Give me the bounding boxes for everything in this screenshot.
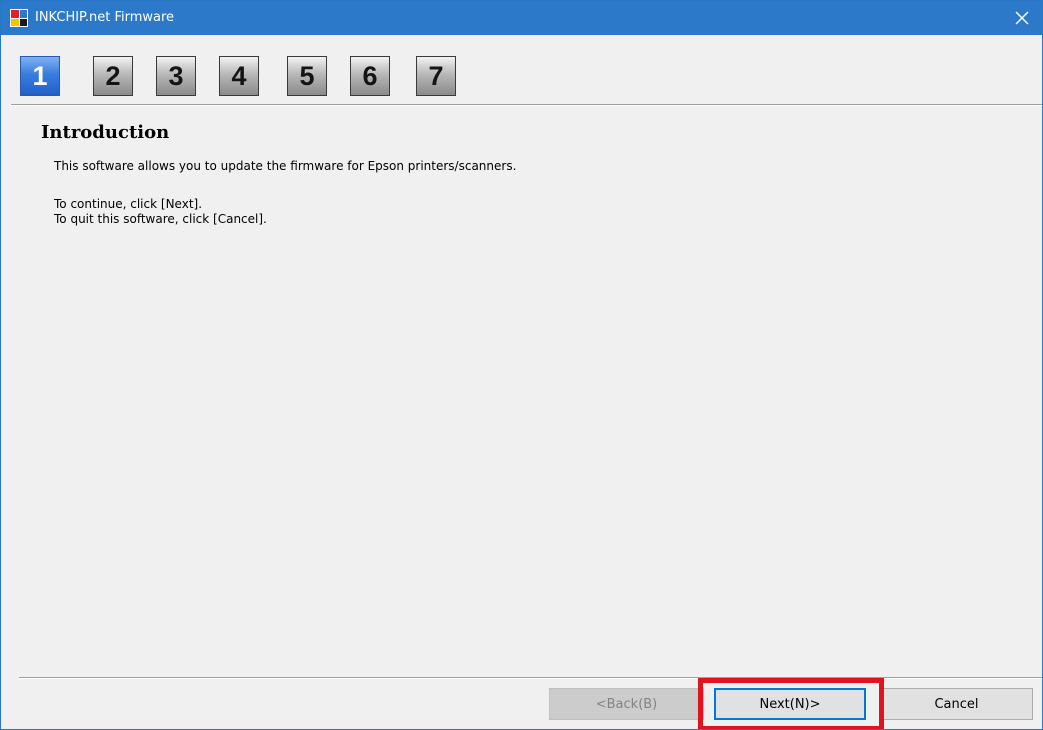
close-button[interactable] xyxy=(1002,1,1042,35)
back-button[interactable]: <Back(B) xyxy=(549,688,704,720)
inkchip-app-icon xyxy=(10,9,28,27)
app-icon-black-cell xyxy=(19,18,27,26)
close-icon xyxy=(1015,11,1029,25)
step-3[interactable]: 3 xyxy=(156,56,196,96)
step-4[interactable]: 4 xyxy=(219,56,259,96)
installer-window: INKCHIP.net Firmware 1 2 3 4 5 6 7 Intro… xyxy=(0,0,1043,730)
cancel-button[interactable]: Cancel xyxy=(880,688,1033,720)
step-5[interactable]: 5 xyxy=(287,56,327,96)
description-text: This software allows you to update the f… xyxy=(54,159,517,173)
footer-divider xyxy=(19,677,1042,679)
app-icon-red-cell xyxy=(11,10,19,18)
window-title: INKCHIP.net Firmware xyxy=(35,10,175,25)
step-1[interactable]: 1 xyxy=(20,56,60,96)
instruction-continue: To continue, click [Next]. xyxy=(54,197,203,211)
next-button-highlight xyxy=(698,678,884,729)
step-7[interactable]: 7 xyxy=(416,56,456,96)
app-icon-yellow-cell xyxy=(11,18,19,26)
page-title: Introduction xyxy=(41,122,170,143)
step-6[interactable]: 6 xyxy=(350,56,390,96)
instruction-quit: To quit this software, click [Cancel]. xyxy=(54,212,267,226)
header-divider xyxy=(11,104,1042,106)
app-icon-blue-cell xyxy=(19,10,27,18)
step-2[interactable]: 2 xyxy=(93,56,133,96)
title-bar[interactable]: INKCHIP.net Firmware xyxy=(1,1,1042,35)
